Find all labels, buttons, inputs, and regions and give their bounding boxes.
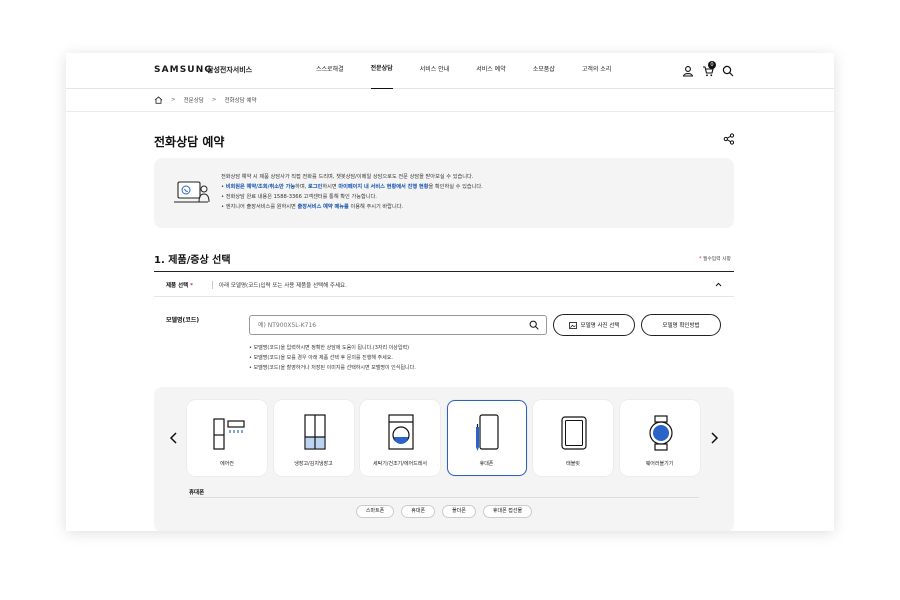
nav-item-self-solve[interactable]: 스스로해결 — [316, 53, 344, 89]
chip-folder-phone[interactable]: 폴더폰 — [442, 505, 476, 518]
washer-icon — [388, 414, 414, 450]
nav-item-service-booking[interactable]: 서비스 예약 — [476, 53, 506, 89]
notice-box: 전화상담 예약 시 제품 상담사가 직접 전화를 드리며, 챗봇상담/이메일 상… — [154, 158, 734, 228]
main-nav: 스스로해결 전문상담 서비스 안내 서비스 예약 소모품샵 고객의 소리 — [316, 53, 638, 89]
notice-list-item: 엔지니어 출장서비스를 원하시면 출장서비스 예약 메뉴를 이용해 주시기 바랍… — [221, 202, 483, 212]
cart-count-badge: 0 — [708, 61, 716, 69]
product-select-row[interactable]: 제품 선택 * 아래 모델명(코드)입력 또는 사용 제품을 선택해 주세요. — [154, 272, 734, 297]
browser-page: SAMSUNG 삼성전자서비스 스스로해결 전문상담 서비스 안내 서비스 예약… — [66, 53, 834, 531]
model-code-label: 모델명(코드) — [166, 317, 200, 324]
product-tile-tablet[interactable]: 태블릿 — [533, 400, 613, 476]
nav-item-expert-consult[interactable]: 전문상담 — [370, 53, 393, 89]
notice-text-part: 엔지니어 출장서비스를 원하시면 — [225, 204, 298, 210]
section-title: 1. 제품/증상 선택 — [154, 255, 231, 266]
visit-service-link[interactable]: 출장서비스 예약 메뉴를 — [297, 204, 348, 210]
product-tile-label: 에어컨 — [220, 461, 234, 467]
search-icon[interactable] — [722, 65, 734, 77]
notice-text-part: 하시면 — [322, 184, 339, 190]
notice-line: 전화상담 예약 시 제품 상담사가 직접 전화를 드리며, 챗봇상담/이메일 상… — [221, 174, 474, 180]
model-tips-list: 모델명(코드)을 입력하시면 정확한 상담에 도움이 됩니다.(3자리 이상입력… — [249, 343, 416, 373]
product-select-desc: 아래 모델명(코드)입력 또는 사용 제품을 선택해 주세요. — [212, 281, 347, 289]
sub-category-title: 휴대폰 — [189, 490, 205, 496]
required-note: * 필수입력 사항 — [699, 257, 731, 262]
chip-mobile-phone[interactable]: 휴대폰 — [401, 505, 436, 518]
model-tip: 모델명(코드)을 입력하시면 정확한 상담에 도움이 됩니다.(3자리 이상입력… — [249, 343, 416, 353]
search-icon[interactable] — [529, 320, 539, 330]
nav-item-service-info[interactable]: 서비스 안내 — [420, 53, 450, 89]
air-conditioner-icon — [213, 418, 245, 450]
product-tile-label: 웨어러블기기 — [645, 461, 674, 467]
samsung-logo[interactable]: SAMSUNG — [154, 65, 213, 75]
sub-category-chips: 스마트폰 휴대폰 폴더폰 휴대폰 접선물 — [154, 505, 734, 518]
product-tile-label: 휴대폰 — [479, 461, 494, 467]
product-tile-wearable[interactable]: 웨어러블기기 — [619, 400, 700, 476]
notice-text-part: 을 확인하실 수 있습니다. — [428, 184, 483, 190]
product-tile-refrigerator[interactable]: 냉장고/김치냉장고 — [273, 400, 354, 476]
breadcrumb-item-expert[interactable]: 전문상담 — [184, 96, 204, 104]
wearable-icon — [648, 415, 673, 451]
model-howto-button[interactable]: 모델명 확인방법 — [641, 314, 721, 336]
chevron-up-icon[interactable] — [715, 281, 722, 288]
notice-list: 비회원은 예약/조회/취소만 가능하며, 로그인하시면 마이페이지 내 서비스 … — [221, 182, 483, 212]
refrigerator-icon — [303, 414, 326, 450]
page-title: 전화상담 예약 — [154, 135, 225, 149]
chevron-left-icon[interactable] — [168, 431, 180, 445]
product-tile-label: 태블릿 — [566, 461, 580, 467]
chip-phone-accessories[interactable]: 휴대폰 접선물 — [482, 505, 533, 518]
product-tile-label: 세탁기/건조기/에어드레서 — [373, 461, 427, 467]
sub-category-divider — [189, 497, 699, 498]
chevron-right-icon: > — [211, 97, 217, 103]
chevron-right-icon[interactable] — [708, 431, 720, 445]
home-icon[interactable] — [154, 96, 163, 104]
notice-list-item: 비회원은 예약/조회/취소만 가능하며, 로그인하시면 마이페이지 내 서비스 … — [221, 182, 483, 192]
nav-item-supplies-shop[interactable]: 소모품샵 — [533, 53, 555, 89]
image-icon — [568, 321, 577, 329]
product-select-label: 제품 선택 * — [166, 283, 193, 289]
nav-item-customer-voice[interactable]: 고객의 소리 — [582, 53, 612, 89]
logo-subtitle[interactable]: 삼성전자서비스 — [207, 65, 252, 75]
chevron-right-icon: > — [171, 97, 176, 103]
product-tiles: 에어컨 냉장고/김치냉장고 세탁기/건조기/에어드레서 휴대폰 태블릿 웨어러블… — [187, 400, 706, 476]
share-icon[interactable] — [723, 133, 735, 145]
product-tile-label: 냉장고/김치냉장고 — [294, 461, 333, 467]
model-photo-button-label: 모델명 사진 선택 — [580, 323, 620, 329]
user-icon[interactable] — [682, 65, 694, 77]
model-photo-button[interactable]: 모델명 사진 선택 — [553, 314, 635, 336]
notice-text-part: 하며, — [295, 184, 309, 190]
breadcrumb: > 전문상담 > 전화상담 예약 — [154, 93, 257, 107]
tablet-icon — [561, 416, 587, 450]
model-tip: 모델명(코드)을 촬영하거나 저장된 이미지를 선택하시면 모델명이 인식됩니다… — [249, 363, 416, 373]
mobile-phone-icon — [475, 414, 499, 451]
product-picker: 에어컨 냉장고/김치냉장고 세탁기/건조기/에어드레서 휴대폰 태블릿 웨어러블… — [154, 387, 734, 531]
model-howto-button-label: 모델명 확인방법 — [662, 323, 700, 329]
product-select-label-text: 제품 선택 — [166, 283, 189, 289]
model-code-input[interactable] — [249, 315, 547, 335]
login-link[interactable]: 로그인 — [308, 184, 322, 190]
notice-text-part: 이용해 주시기 바랍니다. — [348, 204, 404, 210]
product-tile-air-conditioner[interactable]: 에어컨 — [187, 400, 267, 476]
phone-consult-illustration-icon — [174, 181, 210, 203]
breadcrumb-item-current: 전화상담 예약 — [224, 98, 257, 104]
product-tile-mobile-phone[interactable]: 휴대폰 — [446, 400, 527, 476]
site-header: SAMSUNG 삼성전자서비스 스스로해결 전문상담 서비스 안내 서비스 예약… — [66, 53, 834, 89]
notice-highlight: 비회원은 예약/조회/취소만 가능 — [225, 184, 296, 190]
product-tile-washer[interactable]: 세탁기/건조기/에어드레서 — [360, 400, 440, 476]
notice-list-item: 전화상담 완료 내용은 1588-3366 고객센터를 통해 확인 가능합니다. — [221, 192, 483, 202]
chip-smartphone[interactable]: 스마트폰 — [355, 505, 395, 518]
divider — [66, 111, 834, 112]
required-note-text: 필수입력 사항 — [702, 257, 731, 262]
notice-text: 전화상담 예약 시 제품 상담사가 직접 전화를 드리며, 챗봇상담/이메일 상… — [221, 172, 483, 212]
model-tip: 모델명(코드)을 모를 경우 아래 제품 선택 후 문의를 진행해 주세요. — [249, 353, 416, 363]
mypage-status-link[interactable]: 마이페이지 내 서비스 현황에서 진행 현황 — [338, 184, 428, 190]
